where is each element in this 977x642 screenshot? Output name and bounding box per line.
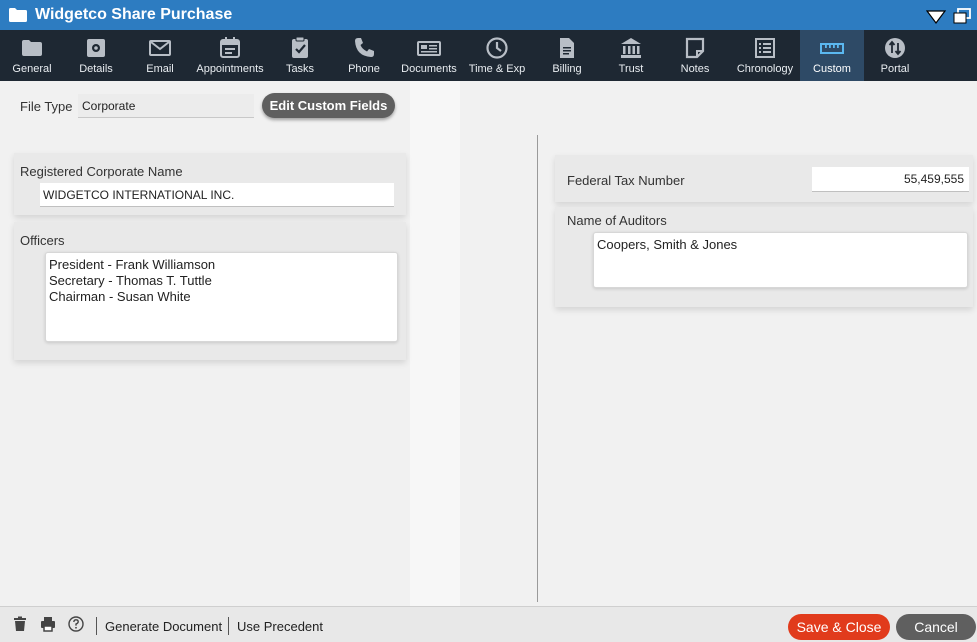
officer-line: President - Frank Williamson xyxy=(49,257,216,272)
folder-icon xyxy=(9,8,27,22)
tab-label: Appointments xyxy=(196,63,264,75)
officers-textarea[interactable]: President - Frank Williamson Secretary -… xyxy=(45,252,398,342)
bill-icon xyxy=(560,38,574,58)
auditors-label: Name of Auditors xyxy=(567,213,667,228)
phone-icon xyxy=(355,38,374,57)
corporate-name-label: Registered Corporate Name xyxy=(20,164,183,179)
dropdown-triangle-icon[interactable] xyxy=(926,10,946,24)
use-precedent-link[interactable]: Use Precedent xyxy=(237,619,323,634)
tab-tasks[interactable]: Tasks xyxy=(268,30,332,81)
corporate-name-field[interactable]: WIDGETCO INTERNATIONAL INC. xyxy=(40,183,394,207)
tab-label: Tasks xyxy=(285,63,315,75)
print-icon[interactable] xyxy=(40,616,56,632)
tab-label: Documents xyxy=(401,63,457,75)
tab-notes[interactable]: Notes xyxy=(660,30,730,81)
tab-label: Chronology xyxy=(736,63,794,75)
officer-line: Chairman - Susan White xyxy=(49,289,191,304)
tab-label: General xyxy=(12,63,52,75)
tab-time-exp[interactable]: Time & Exp xyxy=(462,30,532,81)
trash-icon[interactable] xyxy=(12,616,28,632)
tab-label: Email xyxy=(146,63,174,75)
note-icon xyxy=(685,37,705,59)
tab-billing[interactable]: Billing xyxy=(532,30,602,81)
tab-label: Billing xyxy=(552,63,582,75)
tab-label: Time & Exp xyxy=(468,63,526,75)
separator xyxy=(228,617,229,635)
tab-phone[interactable]: Phone xyxy=(332,30,396,81)
bank-icon xyxy=(621,38,641,58)
tab-bar: General Details Email Appointments Tasks… xyxy=(0,30,977,81)
folder-icon xyxy=(22,40,42,56)
tab-label: Custom xyxy=(813,63,851,75)
tax-number-field[interactable]: 55,459,555 xyxy=(812,167,969,192)
list-icon xyxy=(755,38,775,58)
tab-general[interactable]: General xyxy=(0,30,64,81)
officers-label: Officers xyxy=(20,233,65,248)
cancel-button[interactable]: Cancel xyxy=(896,614,976,640)
tab-label: Details xyxy=(79,63,113,75)
envelope-icon xyxy=(149,40,171,56)
calendar-icon xyxy=(220,37,240,58)
file-type-label: File Type xyxy=(20,99,73,114)
separator xyxy=(96,617,97,635)
auditors-textarea[interactable]: Coopers, Smith & Jones xyxy=(593,232,968,288)
clock-icon xyxy=(486,37,508,59)
clipboard-check-icon xyxy=(292,36,308,58)
tax-number-label: Federal Tax Number xyxy=(567,173,685,188)
tab-appointments[interactable]: Appointments xyxy=(192,30,268,81)
footer-bar: Generate Document Use Precedent Save & C… xyxy=(0,606,977,642)
gear-doc-icon xyxy=(87,39,105,57)
restore-window-icon[interactable] xyxy=(953,8,971,24)
file-type-field[interactable]: Corporate xyxy=(78,94,254,118)
tab-details[interactable]: Details xyxy=(64,30,128,81)
tab-portal[interactable]: Portal xyxy=(864,30,926,81)
save-close-button[interactable]: Save & Close xyxy=(788,614,890,640)
ruler-icon xyxy=(820,43,844,54)
title-bar: Widgetco Share Purchase xyxy=(0,0,977,30)
help-icon[interactable] xyxy=(68,616,84,632)
officer-line: Secretary - Thomas T. Tuttle xyxy=(49,273,212,288)
tab-label: Trust xyxy=(618,63,644,75)
tab-documents[interactable]: Documents xyxy=(396,30,462,81)
tab-chronology[interactable]: Chronology xyxy=(730,30,800,81)
tab-label: Notes xyxy=(680,63,710,75)
tab-email[interactable]: Email xyxy=(128,30,192,81)
column-divider xyxy=(537,135,538,602)
tab-custom[interactable]: Custom xyxy=(800,30,864,81)
portal-icon xyxy=(885,38,905,58)
documents-icon xyxy=(417,41,441,56)
tab-trust[interactable]: Trust xyxy=(602,30,660,81)
edit-custom-fields-button[interactable]: Edit Custom Fields xyxy=(262,93,395,118)
tab-label: Phone xyxy=(348,63,380,75)
tab-label: Portal xyxy=(880,63,910,75)
window-title: Widgetco Share Purchase xyxy=(35,6,233,23)
generate-document-link[interactable]: Generate Document xyxy=(105,619,222,634)
column-gutter xyxy=(410,81,460,606)
